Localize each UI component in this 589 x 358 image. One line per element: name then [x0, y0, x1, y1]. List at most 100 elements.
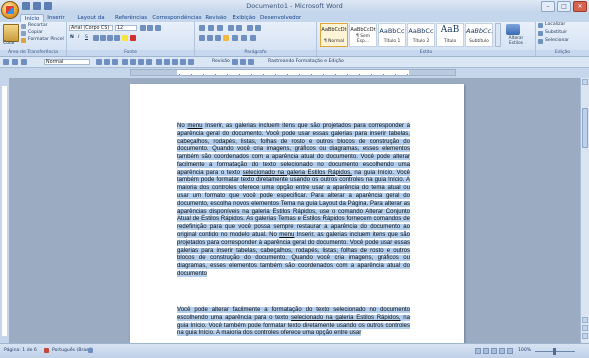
draft-icon[interactable] — [507, 348, 513, 354]
selected-text[interactable]: Você pode alterar facilmente a formataçã… — [177, 307, 410, 337]
font-name-combo[interactable]: Arial (Corpo CS) — [69, 25, 113, 31]
align-right-icon[interactable] — [215, 35, 221, 41]
bold-icon[interactable] — [96, 59, 102, 65]
replace-button[interactable]: Substituir — [545, 30, 567, 36]
style-title[interactable]: AaB Título — [436, 23, 464, 47]
tab-layout[interactable]: Layout da Página — [70, 14, 112, 29]
redo-icon[interactable] — [21, 59, 27, 65]
tab-referencias[interactable]: Referências — [115, 14, 147, 22]
outline-icon[interactable] — [499, 348, 505, 354]
highlight-icon[interactable] — [122, 35, 128, 41]
align-left-icon[interactable] — [122, 59, 128, 65]
browse-object-icon[interactable] — [582, 325, 588, 331]
italic-icon[interactable] — [104, 59, 110, 65]
increase-indent-icon[interactable] — [236, 25, 242, 31]
tab-inserir[interactable]: Inserir — [44, 14, 68, 22]
print-layout-icon[interactable] — [475, 348, 481, 354]
proofing-icon[interactable] — [44, 348, 49, 353]
find-button[interactable]: Localizar — [545, 22, 565, 28]
minimize-button[interactable]: – — [541, 1, 555, 12]
styles-scroll[interactable] — [495, 23, 501, 47]
maximize-button[interactable]: □ — [557, 1, 571, 12]
subscript-icon[interactable] — [100, 35, 106, 41]
align-center-icon[interactable] — [130, 59, 136, 65]
justify-icon[interactable] — [146, 59, 152, 65]
align-left-icon[interactable] — [199, 35, 205, 41]
numbering-icon[interactable] — [164, 59, 170, 65]
undo-icon[interactable] — [12, 59, 18, 65]
tab-exibicao[interactable]: Exibição — [231, 14, 257, 22]
tracking-label[interactable]: Rastreando Formatação e Edição — [268, 59, 344, 65]
scroll-up-icon[interactable] — [582, 79, 588, 85]
paragraph-1[interactable]: No menu Inserir, as galerias incluem ite… — [177, 123, 411, 279]
paragraph-2[interactable]: Você pode alterar facilmente a formataçã… — [177, 307, 410, 338]
underline-button[interactable]: S — [85, 35, 88, 41]
paste-button[interactable]: Colar — [3, 41, 15, 47]
bullets-icon[interactable] — [199, 25, 205, 31]
decrease-indent-icon[interactable] — [228, 25, 234, 31]
scroll-thumb[interactable] — [582, 108, 588, 148]
style-heading-2[interactable]: AaBbCc Título 2 — [407, 23, 435, 47]
show-marks-icon[interactable] — [255, 25, 261, 31]
office-button[interactable] — [1, 1, 19, 19]
zoom-slider-thumb[interactable] — [553, 348, 556, 355]
italic-button[interactable]: I — [78, 35, 79, 41]
superscript-icon[interactable] — [107, 35, 113, 41]
shrink-font-icon[interactable] — [147, 25, 153, 31]
selected-text[interactable]: No menu Inserir, as galerias incluem ite… — [177, 123, 411, 277]
numbering-icon[interactable] — [208, 25, 214, 31]
align-center-icon[interactable] — [207, 35, 213, 41]
close-button[interactable]: ✕ — [573, 1, 587, 12]
shading-icon[interactable] — [241, 35, 247, 41]
cut-button[interactable]: Recortar — [28, 23, 48, 29]
style-heading-1[interactable]: AaBbCc Título 1 — [378, 23, 406, 47]
tab-desenvolvedor[interactable]: Desenvolvedor — [260, 14, 301, 22]
borders-icon[interactable] — [250, 35, 256, 41]
indent-icon[interactable] — [172, 59, 178, 65]
style-no-spacing[interactable]: AaBbCcDt ¶ Sem Esp... — [349, 23, 377, 47]
style-normal[interactable]: AaBbCcDt ¶ Normal — [320, 23, 348, 47]
previous-page-icon[interactable] — [582, 317, 588, 323]
tab-revisao[interactable]: Revisão — [205, 14, 227, 22]
format-painter-button[interactable]: Formatar Pincel — [28, 37, 64, 43]
copy-button[interactable]: Copiar — [28, 30, 43, 36]
sort-icon[interactable] — [247, 25, 253, 31]
font-color-icon[interactable] — [130, 35, 136, 41]
full-screen-icon[interactable] — [483, 348, 489, 354]
clear-formatting-icon[interactable] — [155, 25, 161, 31]
style-combo[interactable]: Normal — [44, 59, 90, 65]
style-subtitle[interactable]: AaBbCc. Subtítulo — [465, 23, 493, 47]
underline-icon[interactable] — [112, 59, 118, 65]
reject-icon[interactable] — [248, 59, 254, 65]
line-spacing-icon[interactable] — [232, 35, 238, 41]
select-button[interactable]: Selecionar — [545, 38, 569, 44]
page-count[interactable]: Página: 1 de 6 — [4, 348, 37, 354]
save-icon[interactable] — [3, 59, 9, 65]
zoom-level[interactable]: 100% — [518, 348, 531, 354]
replace-icon — [538, 31, 543, 36]
paste-icon[interactable] — [3, 24, 19, 42]
document-page[interactable]: No menu Inserir, as galerias incluem ite… — [130, 84, 464, 343]
change-styles-button[interactable]: Alterar Estilos — [503, 36, 529, 46]
font-size-combo[interactable]: 12 — [115, 25, 137, 31]
change-case-icon[interactable] — [114, 35, 120, 41]
next-page-icon[interactable] — [582, 333, 588, 339]
bullets-icon[interactable] — [156, 59, 162, 65]
grow-font-icon[interactable] — [140, 25, 146, 31]
tab-correspondencias[interactable]: Correspondências — [151, 14, 203, 22]
track-changes-icon[interactable] — [232, 59, 238, 65]
align-right-icon[interactable] — [138, 59, 144, 65]
language-status[interactable]: Português (Brasil) — [52, 348, 93, 354]
justify-icon[interactable] — [223, 35, 229, 41]
multilevel-list-icon[interactable] — [217, 25, 223, 31]
web-layout-icon[interactable] — [491, 348, 497, 354]
table-icon[interactable] — [180, 59, 186, 65]
review-label[interactable]: Revisão — [212, 59, 230, 65]
horizontal-ruler[interactable] — [130, 69, 456, 76]
accept-icon[interactable] — [240, 59, 246, 65]
macro-icon[interactable] — [88, 348, 93, 353]
zoom-icon[interactable] — [188, 59, 194, 65]
strikethrough-icon[interactable] — [93, 35, 99, 41]
bold-button[interactable]: N — [70, 35, 74, 41]
vertical-scrollbar[interactable] — [580, 78, 589, 343]
